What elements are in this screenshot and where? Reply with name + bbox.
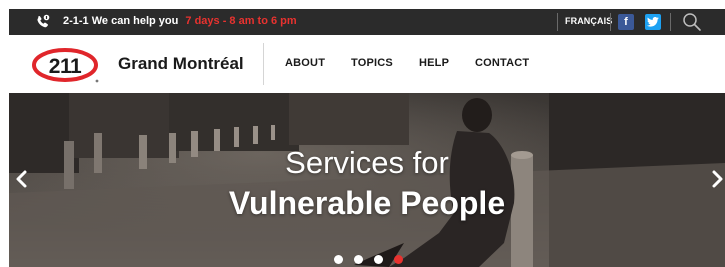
carousel-dot-2[interactable]: [354, 255, 363, 264]
facebook-icon[interactable]: f: [618, 14, 634, 30]
brand-name: Grand Montréal: [118, 54, 244, 73]
language-switch-link[interactable]: FRANÇAIS: [565, 16, 612, 26]
topbar-divider: [557, 13, 558, 31]
help-label: 2-1-1 We can help you: [63, 15, 179, 27]
carousel-dot-4[interactable]: [394, 255, 403, 264]
carousel-dot-3[interactable]: [374, 255, 383, 264]
service-hours: 7 days - 8 am to 6 pm: [185, 15, 297, 27]
twitter-bird-icon: [647, 17, 659, 27]
hero-title-line2: Vulnerable People: [228, 185, 506, 221]
phone-icon: [37, 14, 50, 28]
carousel-next-arrow-icon[interactable]: [709, 169, 725, 189]
top-utility-bar: 2-1-1 We can help you 7 days - 8 am to 6…: [9, 9, 725, 35]
logo-text: 211: [49, 55, 82, 78]
nav-item-help[interactable]: HELP: [419, 57, 449, 69]
topbar-divider: [670, 13, 671, 31]
search-icon[interactable]: [682, 12, 702, 32]
nav-item-topics[interactable]: TOPICS: [351, 57, 393, 69]
main-navigation: 211 Grand Montréal ABOUT TOPICS HELP CON…: [9, 35, 725, 93]
nav-item-contact[interactable]: CONTACT: [475, 57, 529, 69]
hero-carousel: Services for Vulnerable People: [9, 93, 725, 267]
hero-title-line1: Services for: [285, 145, 449, 180]
topbar-divider: [610, 13, 611, 31]
carousel-prev-arrow-icon[interactable]: [14, 169, 30, 189]
carousel-pagination: [334, 255, 403, 264]
nav-divider: [263, 43, 264, 85]
211-logo[interactable]: 211: [31, 48, 103, 84]
nav-item-about[interactable]: ABOUT: [285, 57, 325, 69]
facebook-glyph: f: [624, 16, 628, 28]
help-line-text: 2-1-1 We can help you 7 days - 8 am to 6…: [63, 15, 297, 27]
carousel-dot-1[interactable]: [334, 255, 343, 264]
twitter-icon[interactable]: [645, 14, 661, 30]
